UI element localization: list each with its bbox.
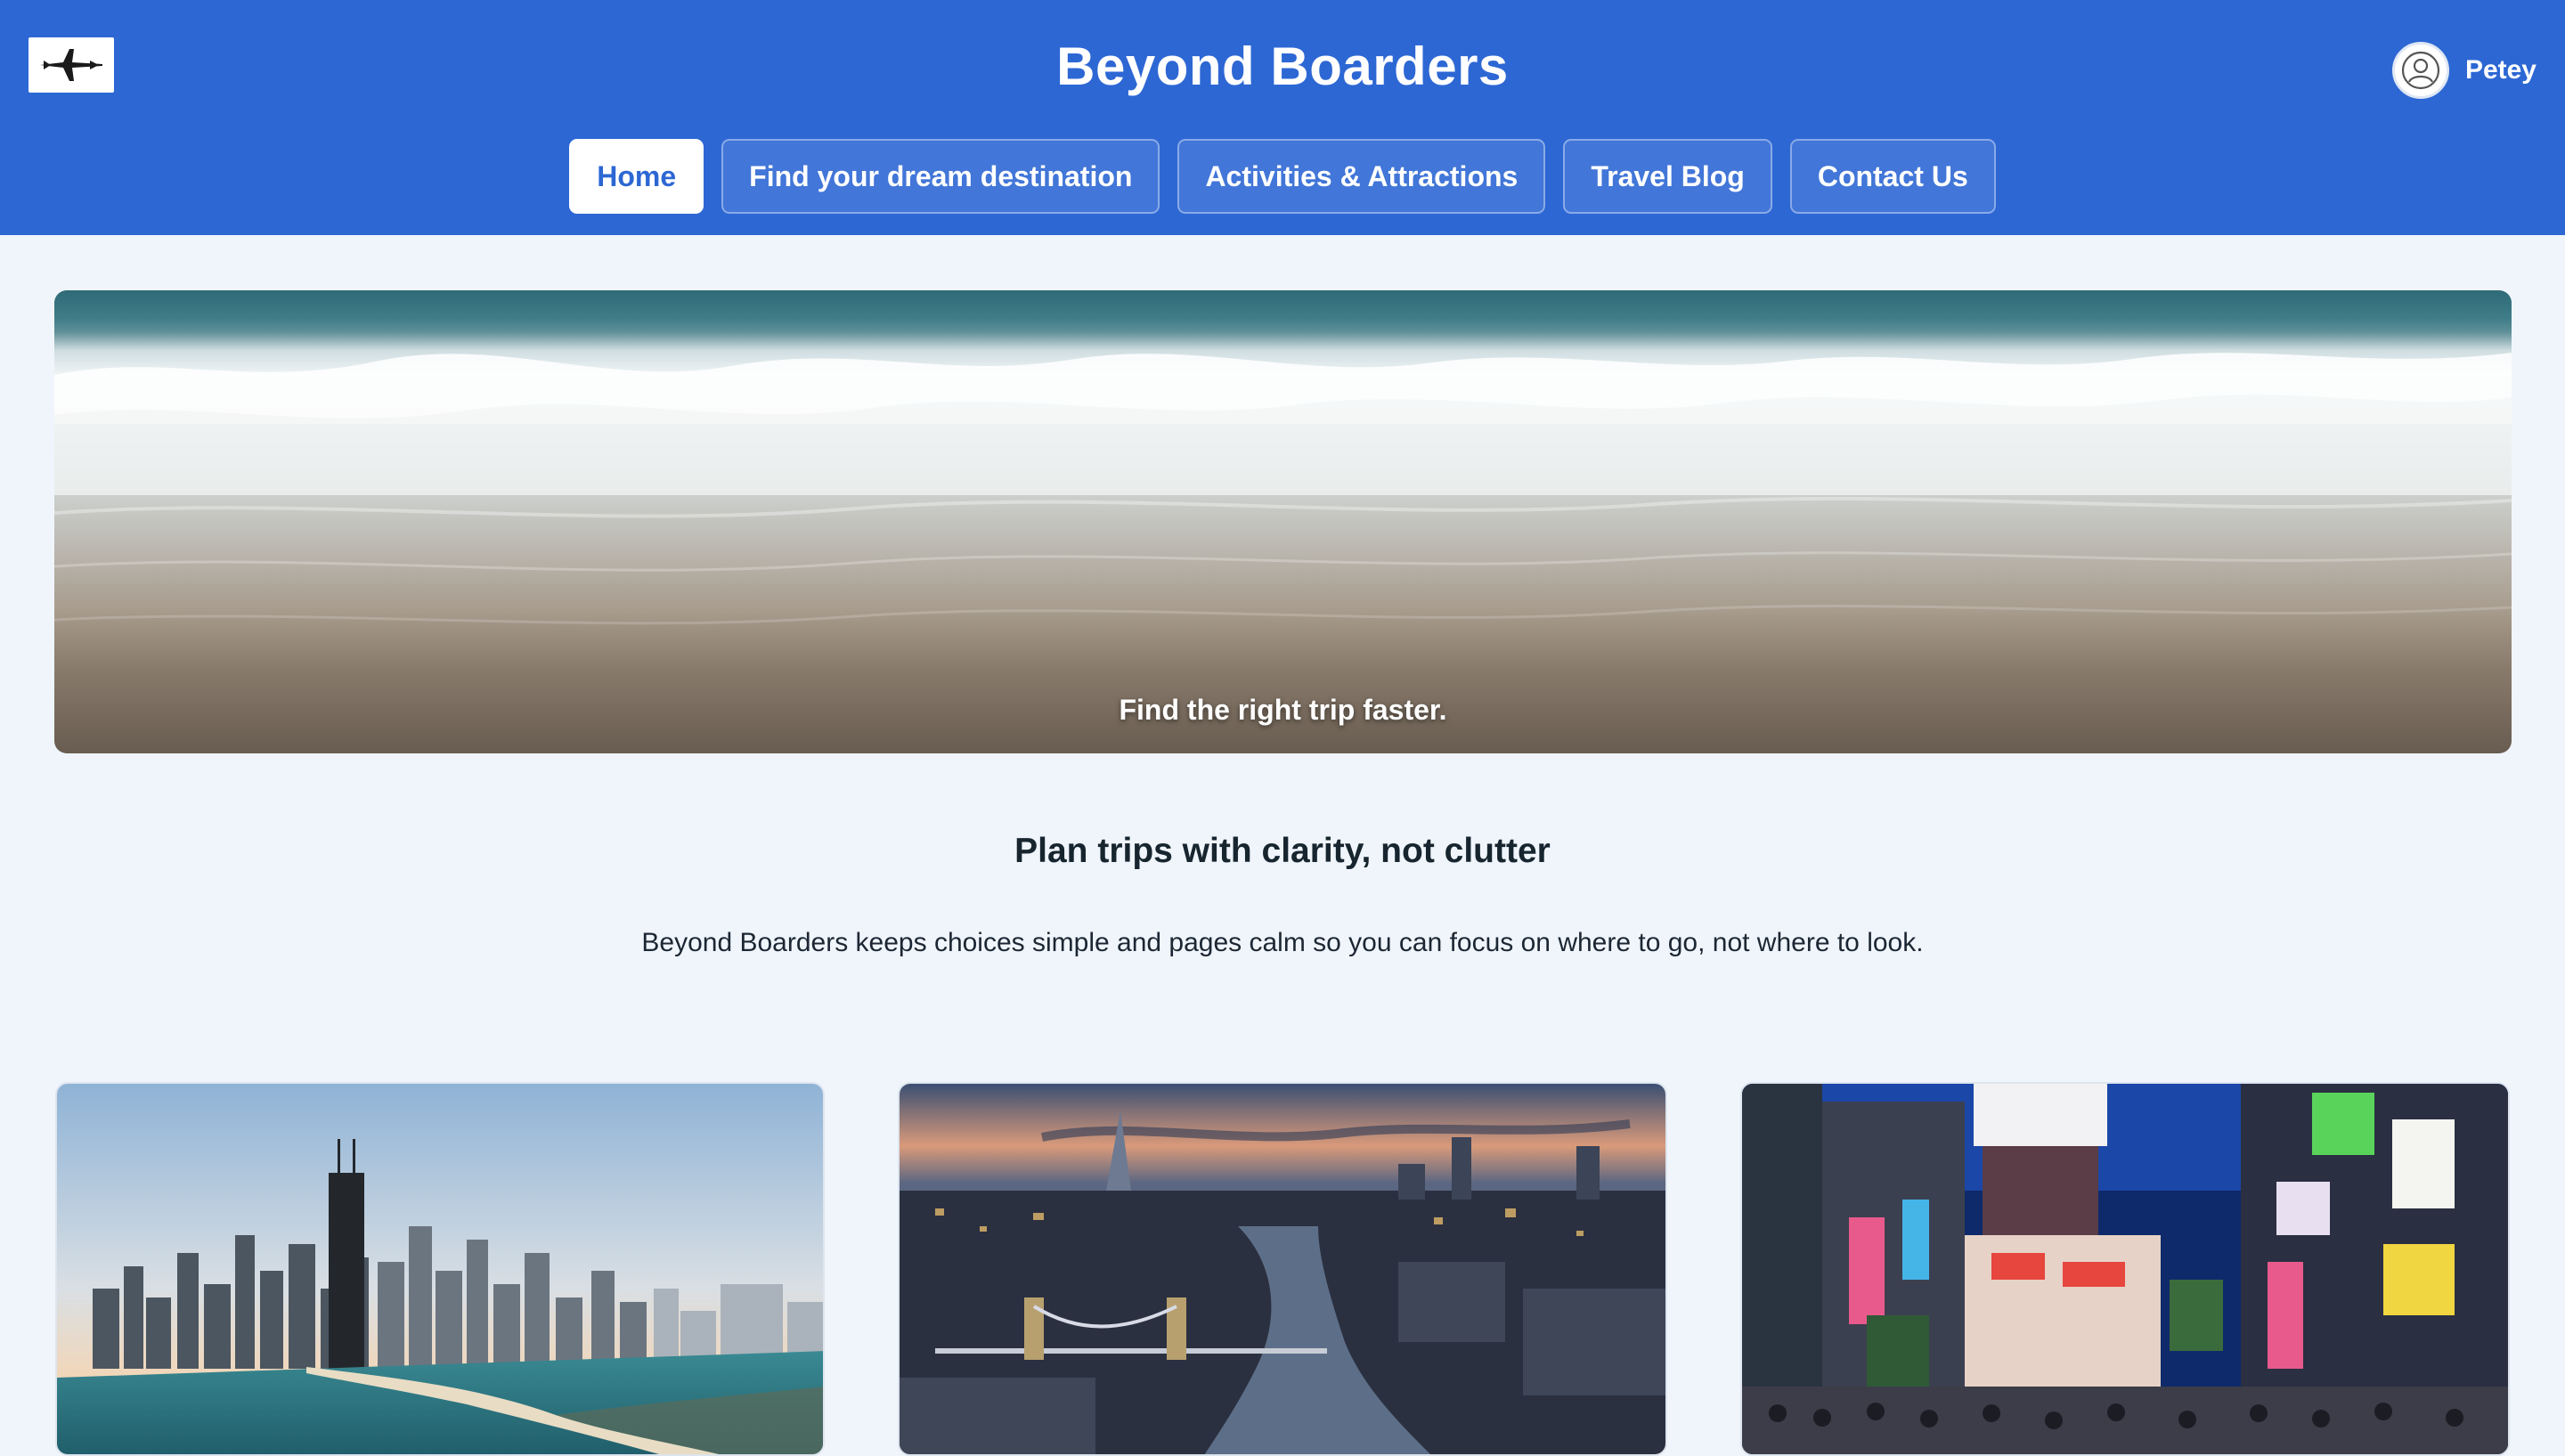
city-skyline-image (57, 1084, 823, 1454)
hero-caption: Find the right trip faster. (1119, 694, 1447, 726)
neon-crossing-image (1742, 1084, 2508, 1454)
user-circle-icon (2401, 51, 2440, 90)
hero-banner: Find the right trip faster. (54, 290, 2512, 753)
nav-home[interactable]: Home (569, 139, 704, 214)
nav-find-destination[interactable]: Find your dream destination (721, 139, 1160, 214)
nav-travel-blog[interactable]: Travel Blog (1563, 139, 1772, 214)
user-menu[interactable]: Petey (2391, 41, 2536, 100)
intro-heading: Plan trips with clarity, not clutter (1014, 832, 1551, 870)
intro-text: Beyond Boarders keeps choices simple and… (641, 928, 1924, 957)
destination-card-neon-crossing[interactable] (1740, 1082, 2510, 1456)
destination-card-skyline[interactable] (55, 1082, 825, 1456)
username: Petey (2464, 55, 2536, 85)
top-header: Beyond Boarders Petey Home Find your dre… (0, 0, 2565, 235)
site-title: Beyond Boarders (1056, 37, 1509, 96)
hero-shade (54, 611, 2512, 753)
river-city-image (900, 1084, 1665, 1454)
nav-activities-attractions[interactable]: Activities & Attractions (1177, 139, 1546, 214)
destination-card-river-city[interactable] (898, 1082, 1667, 1456)
main-nav: Home Find your dream destination Activit… (0, 139, 2565, 214)
nav-contact-us[interactable]: Contact Us (1789, 139, 1996, 214)
avatar[interactable] (2391, 42, 2449, 99)
